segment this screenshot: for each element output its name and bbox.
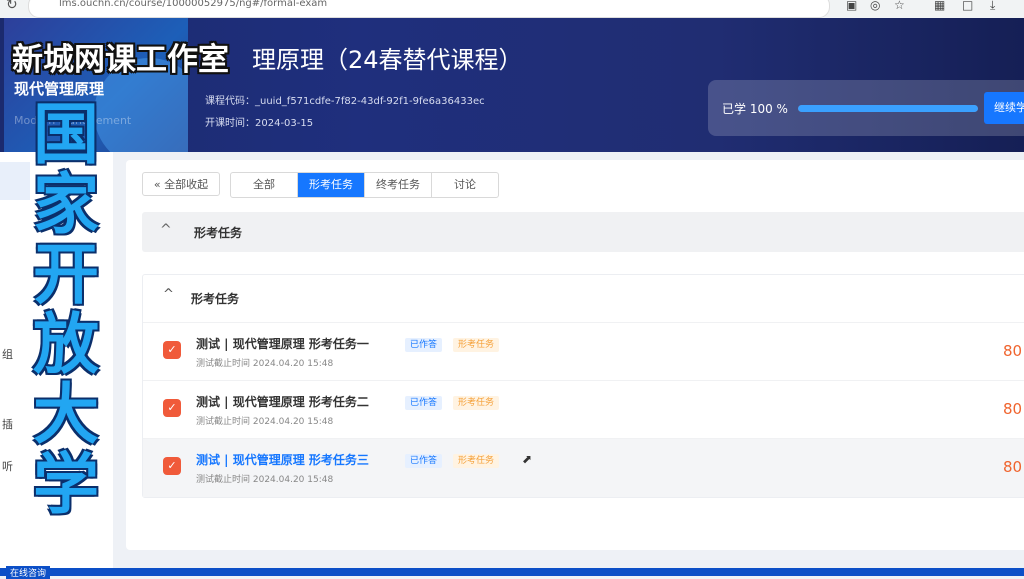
double-chevron-up-icon: « [153, 178, 161, 191]
task-title[interactable]: 测试 | 现代管理原理 形考任务三 [196, 451, 369, 468]
star-icon[interactable]: ☆ [894, 0, 905, 12]
filter-tabs: 全部 形考任务 终考任务 讨论 [230, 172, 499, 198]
task-deadline: 测试截止时间 2024.04.20 15:48 [196, 475, 334, 485]
section-title: 形考任务 [194, 226, 243, 240]
type-badge: 形考任务 [453, 396, 500, 410]
chevron-up-icon[interactable]: ^ [160, 222, 172, 238]
progress-card: 已学 100 % 继续学 [708, 80, 1024, 136]
folder-icon[interactable]: □ [962, 0, 973, 12]
section-header[interactable]: ^ 形考任务 [142, 212, 1024, 252]
status-badge: 已作答 [405, 454, 443, 468]
chevron-up-icon[interactable]: ^ [163, 287, 174, 302]
task-title[interactable]: 测试 | 现代管理原理 形考任务一 [196, 335, 369, 352]
sidebar-item-label[interactable]: 插 [2, 416, 13, 432]
progress-label: 已学 100 % [722, 102, 788, 116]
collapse-all-label: 全部收起 [164, 178, 209, 191]
progress-bar [798, 105, 978, 112]
status-badge: 已作答 [405, 396, 443, 410]
course-start-date: 开课时间：2024-03-15 [205, 118, 314, 129]
table-row[interactable]: ✓ 测试 | 现代管理原理 形考任务一 已作答 形考任务 测试截止时间 2024… [143, 322, 1024, 381]
status-badge: 已作答 [405, 338, 443, 352]
exam-icon: ✓ [163, 341, 181, 359]
sidebar-item-label[interactable]: 组 [2, 346, 13, 362]
mouse-cursor-icon: ⬈ [522, 452, 533, 466]
sidebar-item-label[interactable]: 听 [2, 458, 13, 474]
tab-final-tasks[interactable]: 终考任务 [365, 173, 432, 197]
course-code: 课程代码：_uuid_f571cdfe-7f82-43df-92f1-9fe6a… [205, 96, 485, 107]
type-badge: 形考任务 [453, 338, 500, 352]
progress-bar-fill [798, 105, 978, 112]
table-row[interactable]: ✓ 测试 | 现代管理原理 形考任务三 已作答 形考任务 测试截止时间 2024… [143, 438, 1024, 497]
online-consult-button[interactable]: 在线咨询 [6, 566, 51, 579]
task-score: 80 [1003, 458, 1023, 476]
download-icon[interactable]: ⤓ [990, 0, 995, 13]
task-deadline: 测试截止时间 2024.04.20 15:48 [196, 417, 334, 427]
reload-icon[interactable]: ↻ [6, 0, 18, 13]
task-list: ^ 形考任务 ✓ 测试 | 现代管理原理 形考任务一 已作答 形考任务 测试截止… [142, 274, 1024, 498]
bottom-bar [0, 568, 1024, 576]
url-text: lms.ouchn.cn/course/10000052975/ng#/form… [59, 0, 328, 9]
vertical-overlay-title: 国家开放大学 [33, 96, 99, 523]
table-row[interactable]: ✓ 测试 | 现代管理原理 形考任务二 已作答 形考任务 测试截止时间 2024… [143, 380, 1024, 439]
continue-study-button[interactable]: 继续学 [984, 92, 1024, 124]
course-title: 理原理（24春替代课程） [252, 46, 523, 74]
eye-off-icon[interactable]: ◎ [870, 0, 880, 12]
extensions-icon[interactable]: ▦ [934, 0, 945, 12]
main-content: « 全部收起 全部 形考任务 终考任务 讨论 ^ 形考任务 ^ 形考任务 ✓ 测… [126, 160, 1024, 550]
type-badge: 形考任务 [453, 454, 500, 468]
task-deadline: 测试截止时间 2024.04.20 15:48 [196, 359, 334, 369]
exam-icon: ✓ [163, 457, 181, 475]
watermark-text: 新城网课工作室 [12, 42, 229, 78]
task-title[interactable]: 测试 | 现代管理原理 形考任务二 [196, 393, 369, 410]
camera-icon[interactable]: ▣ [846, 0, 857, 12]
tab-all[interactable]: 全部 [231, 173, 298, 197]
collapse-all-button[interactable]: « 全部收起 [142, 172, 220, 196]
task-score: 80 [1003, 400, 1023, 418]
browser-toolbar: ↻ lms.ouchn.cn/course/10000052975/ng#/fo… [0, 0, 1024, 19]
address-bar[interactable]: lms.ouchn.cn/course/10000052975/ng#/form… [28, 0, 830, 18]
tab-formative-tasks[interactable]: 形考任务 [298, 173, 365, 197]
exam-icon: ✓ [163, 399, 181, 417]
task-list-title: 形考任务 [191, 292, 240, 306]
task-score: 80 [1003, 342, 1023, 360]
tab-discussion[interactable]: 讨论 [432, 173, 498, 197]
